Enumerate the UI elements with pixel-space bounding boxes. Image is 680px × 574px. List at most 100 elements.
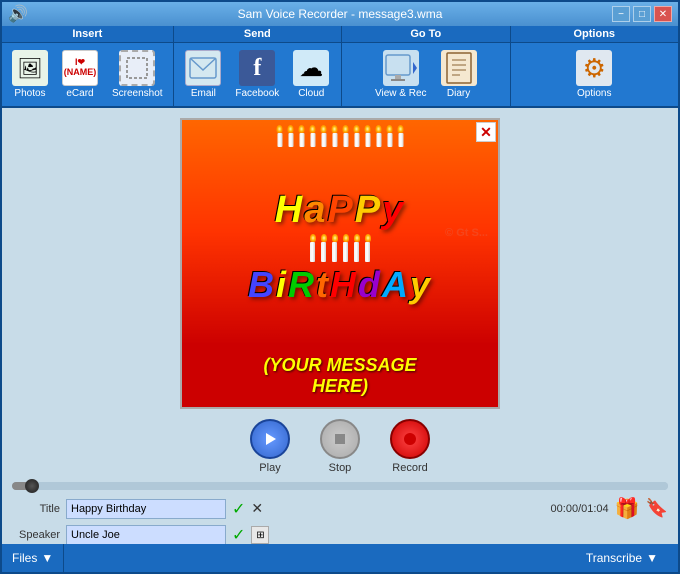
progress-bar[interactable]	[12, 482, 668, 490]
candle-9	[365, 125, 371, 147]
bottom-bar: Files ▼ Transcribe ▼	[2, 544, 678, 572]
play-label: Play	[259, 462, 280, 474]
cloud-icon: ☁	[293, 50, 329, 86]
mid-candle-5	[354, 234, 360, 262]
window-title: Sam Voice Recorder - message3.wma	[68, 7, 612, 21]
speaker-row: Speaker ✓ ⊞	[12, 525, 668, 544]
candle-6	[332, 125, 338, 147]
mid-candle-1	[310, 234, 316, 262]
candle-2	[288, 125, 294, 147]
title-input[interactable]	[66, 499, 226, 519]
ecard-button[interactable]: I❤(NAME) eCard	[56, 47, 104, 102]
diary-icon	[441, 50, 477, 86]
goto-section: Go To View & Rec	[342, 26, 510, 106]
candle-4	[310, 125, 316, 147]
main-toolbar: Insert 🖼 Photos I❤(NAME) eCard Scr	[2, 26, 678, 108]
progress-thumb[interactable]	[25, 479, 39, 493]
title-row: Title ✓ ✕ 00:00/01:04 🎁 🔖	[12, 496, 668, 521]
watermark: © Gt S...	[445, 227, 488, 239]
speaker-input[interactable]	[66, 525, 226, 544]
transcribe-menu[interactable]: Transcribe ▼	[566, 544, 678, 572]
transcribe-label: Transcribe	[586, 551, 642, 565]
transcribe-arrow-icon: ▼	[646, 551, 658, 565]
facebook-button[interactable]: f Facebook	[229, 47, 285, 102]
facebook-label: Facebook	[235, 88, 279, 99]
ecard-label: eCard	[66, 88, 93, 99]
photos-label: Photos	[14, 88, 45, 99]
title-bar: 🔊 Sam Voice Recorder - message3.wma − □ …	[2, 2, 678, 26]
minimize-button[interactable]: −	[612, 6, 630, 22]
options-button[interactable]: ⚙ Options	[570, 47, 618, 102]
cloud-label: Cloud	[298, 88, 324, 99]
title-field-label: Title	[12, 503, 60, 515]
insert-section: Insert 🖼 Photos I❤(NAME) eCard Scr	[2, 26, 174, 106]
metadata-section: Title ✓ ✕ 00:00/01:04 🎁 🔖 Speaker ✓ ⊞	[2, 496, 678, 544]
diary-label: Diary	[447, 88, 470, 99]
email-icon	[185, 50, 221, 86]
card-message: (YOUR MESSAGE HERE)	[182, 345, 498, 407]
maximize-button[interactable]: □	[633, 6, 651, 22]
progress-track	[12, 482, 668, 490]
card-message-line2: HERE)	[192, 376, 488, 397]
facebook-icon: f	[239, 50, 275, 86]
mid-candle-3	[332, 234, 338, 262]
stop-button[interactable]: Stop	[320, 419, 360, 474]
files-arrow-icon: ▼	[41, 551, 53, 565]
candle-5	[321, 125, 327, 147]
candle-11	[387, 125, 393, 147]
candle-10	[376, 125, 382, 147]
files-label: Files	[12, 551, 37, 565]
screenshot-icon	[119, 50, 155, 86]
insert-label: Insert	[2, 26, 173, 43]
viewrec-label: View & Rec	[375, 88, 427, 99]
record-label: Record	[392, 462, 427, 474]
card-image: HaPPy BiRtHdAy © Gt S...	[182, 120, 498, 345]
email-label: Email	[191, 88, 216, 99]
play-icon	[250, 419, 290, 459]
speaker-field-label: Speaker	[12, 529, 60, 541]
candle-3	[299, 125, 305, 147]
birthday-text: BiRtHdAy	[248, 264, 432, 306]
title-clear-icon[interactable]: ✕	[251, 500, 263, 517]
photos-icon: 🖼	[12, 50, 48, 86]
diary-button[interactable]: Diary	[435, 47, 483, 102]
happy-text: HaPPy	[275, 189, 405, 232]
gift-icon[interactable]: 🎁	[615, 496, 640, 521]
card-container: ✕	[180, 118, 500, 409]
send-label: Send	[174, 26, 341, 43]
bookmark-icon[interactable]: 🔖	[646, 498, 668, 519]
candle-8	[354, 125, 360, 147]
options-section-label: Options	[511, 26, 678, 43]
photos-button[interactable]: 🖼 Photos	[6, 47, 54, 102]
viewrec-button[interactable]: View & Rec	[369, 47, 433, 102]
progress-area	[2, 482, 678, 490]
record-button[interactable]: Record	[390, 419, 430, 474]
record-icon	[390, 419, 430, 459]
content-area: ✕	[2, 108, 678, 544]
stop-icon	[320, 419, 360, 459]
window-controls: − □ ✕	[612, 6, 672, 22]
play-button[interactable]: Play	[250, 419, 290, 474]
time-display: 00:00/01:04	[551, 503, 609, 515]
playback-controls: Play Stop Record	[250, 419, 430, 474]
card-message-line1: (YOUR MESSAGE	[192, 355, 488, 376]
close-button[interactable]: ✕	[654, 6, 672, 22]
mid-candle-6	[365, 234, 371, 262]
screenshot-button[interactable]: Screenshot	[106, 47, 169, 102]
card-close-button[interactable]: ✕	[476, 122, 496, 142]
ecard-icon: I❤(NAME)	[62, 50, 98, 86]
cloud-button[interactable]: ☁ Cloud	[287, 47, 335, 102]
send-section: Send Email f Facebook ☁	[174, 26, 342, 106]
viewrec-icon	[383, 50, 419, 86]
speaker-options-button[interactable]: ⊞	[251, 526, 269, 544]
options-label: Options	[577, 88, 611, 99]
screenshot-label: Screenshot	[112, 88, 163, 99]
mid-candle-2	[321, 234, 327, 262]
speaker-check-icon[interactable]: ✓	[232, 525, 245, 544]
email-button[interactable]: Email	[179, 47, 227, 102]
files-menu[interactable]: Files ▼	[2, 544, 64, 572]
goto-label: Go To	[342, 26, 509, 43]
candle-7	[343, 125, 349, 147]
title-check-icon[interactable]: ✓	[232, 499, 245, 519]
options-section: Options ⚙ Options	[511, 26, 678, 106]
